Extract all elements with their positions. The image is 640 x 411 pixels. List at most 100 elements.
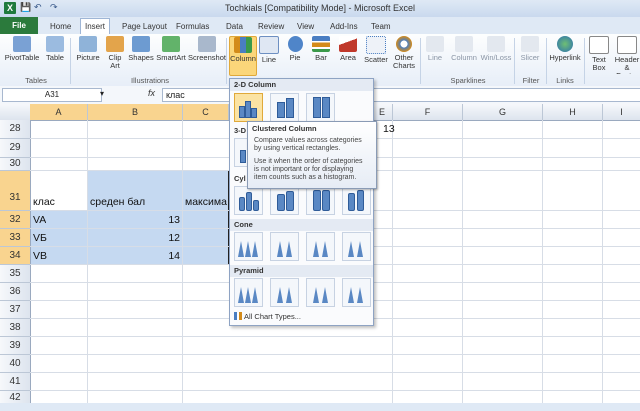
cell-a32[interactable]: VA: [33, 214, 46, 226]
table-button[interactable]: Table: [44, 36, 66, 74]
cell-b33[interactable]: 12: [88, 232, 180, 244]
column-chart-button[interactable]: Column: [229, 36, 257, 76]
tab-insert[interactable]: Insert: [80, 18, 111, 35]
cell-e28[interactable]: 13: [383, 123, 395, 135]
cell-a31[interactable]: клас: [33, 196, 55, 208]
row-header[interactable]: 31: [0, 171, 31, 211]
column-header[interactable]: H: [543, 104, 603, 120]
row-header[interactable]: 30: [0, 158, 31, 171]
tab-view[interactable]: View: [293, 19, 318, 34]
100-stacked-cylinder-option[interactable]: [306, 186, 335, 215]
cell-a34[interactable]: VB: [33, 250, 47, 262]
row-header[interactable]: 33: [0, 229, 31, 247]
100-stacked-column-option[interactable]: [306, 93, 335, 122]
smartart-label: SmartArt: [156, 53, 186, 62]
row-header[interactable]: 28: [0, 120, 31, 139]
text-box-button[interactable]: Text Box: [588, 36, 610, 74]
100-stacked-cone-option[interactable]: [306, 232, 335, 261]
column-header[interactable]: E: [372, 104, 393, 120]
row-header[interactable]: 39: [0, 337, 31, 355]
cell-b31[interactable]: среден бал: [90, 196, 145, 208]
tab-file[interactable]: File: [0, 17, 38, 34]
tooltip: Clustered Column Compare values across c…: [247, 121, 377, 189]
slicer-button[interactable]: Slicer: [518, 36, 542, 74]
tab-add-ins[interactable]: Add-Ins: [326, 19, 362, 34]
cell-b32[interactable]: 13: [88, 214, 180, 226]
pivottable-button[interactable]: PivotTable: [4, 36, 40, 74]
pie-chart-button[interactable]: Pie: [284, 36, 306, 74]
chevron-down-icon[interactable]: ▾: [100, 89, 104, 98]
column-header[interactable]: I: [603, 104, 640, 120]
column-header[interactable]: F: [393, 104, 463, 120]
shapes-button[interactable]: Shapes: [128, 36, 154, 74]
header-footer-button[interactable]: Header & Footer: [614, 36, 640, 74]
row-header[interactable]: 29: [0, 139, 31, 158]
stacked-cylinder-option[interactable]: [270, 186, 299, 215]
picture-button[interactable]: Picture: [74, 36, 102, 74]
all-chart-types-link[interactable]: All Chart Types...: [244, 312, 301, 321]
tab-team[interactable]: Team: [367, 19, 395, 34]
column-header[interactable]: G: [463, 104, 543, 120]
tab-review[interactable]: Review: [254, 19, 288, 34]
bar-mark: [357, 190, 364, 211]
row-header[interactable]: 37: [0, 301, 31, 319]
cell-b34[interactable]: 14: [88, 250, 180, 262]
insert-function-icon[interactable]: fx: [148, 88, 155, 98]
row-header[interactable]: 40: [0, 355, 31, 373]
bar-mark: [253, 200, 259, 211]
3d-pyramid-option[interactable]: [342, 278, 371, 307]
clip-art-button[interactable]: Clip Art: [104, 36, 126, 74]
scatter-chart-button[interactable]: Scatter: [362, 36, 390, 74]
column-header[interactable]: B: [88, 104, 183, 120]
area-chart-button[interactable]: Area: [336, 36, 360, 74]
sparkline-column-button[interactable]: Column: [450, 36, 478, 74]
bar-chart-button[interactable]: Bar: [310, 36, 332, 74]
screenshot-button[interactable]: Screenshot: [188, 36, 226, 74]
select-all-corner[interactable]: [0, 104, 31, 120]
sparkline-winloss-button[interactable]: Win/Loss: [480, 36, 512, 74]
tab-page-layout[interactable]: Page Layout: [118, 19, 171, 34]
stacked-pyramid-option[interactable]: [270, 278, 299, 307]
cell-a33[interactable]: VБ: [33, 232, 47, 244]
tab-formulas[interactable]: Formulas: [172, 19, 213, 34]
clustered-pyramid-option[interactable]: [234, 278, 263, 307]
section-2d-column: 2-D Column: [230, 79, 373, 91]
tab-home[interactable]: Home: [46, 19, 75, 34]
clustered-column-option[interactable]: [234, 93, 263, 122]
clustered-cone-option[interactable]: [234, 232, 263, 261]
sparkline-line-icon: [426, 36, 444, 52]
clustered-cylinder-option[interactable]: [234, 186, 263, 215]
3d-cylinder-option[interactable]: [342, 186, 371, 215]
stacked-column-option[interactable]: [270, 93, 299, 122]
column-header[interactable]: A: [30, 104, 88, 120]
row-header[interactable]: 32: [0, 211, 31, 229]
clip-art-icon: [106, 36, 124, 52]
row-header[interactable]: 34: [0, 247, 31, 265]
pie-chart-icon: [287, 36, 303, 52]
line-chart-button[interactable]: Line: [258, 36, 280, 74]
column-chart-icon: [234, 37, 252, 53]
hyperlink-button[interactable]: Hyperlink: [548, 36, 582, 74]
smartart-button[interactable]: SmartArt: [156, 36, 186, 74]
picture-label: Picture: [76, 53, 100, 62]
name-box[interactable]: A31: [2, 88, 102, 102]
bar-mark: [286, 98, 294, 118]
group-sparklines: Sparklines: [450, 76, 486, 85]
row-header[interactable]: 38: [0, 319, 31, 337]
row-header[interactable]: 36: [0, 283, 31, 301]
column-header[interactable]: C: [183, 104, 229, 120]
other-charts-button[interactable]: Other Charts: [392, 36, 416, 74]
row-header[interactable]: 35: [0, 265, 31, 283]
row-header[interactable]: 41: [0, 373, 31, 391]
tab-data[interactable]: Data: [222, 19, 247, 34]
ribbon-separator: [226, 38, 227, 84]
group-links: Links: [556, 76, 574, 85]
section-cone: Cone: [230, 219, 373, 231]
100-stacked-pyramid-option[interactable]: [306, 278, 335, 307]
stacked-cone-option[interactable]: [270, 232, 299, 261]
3d-cone-option[interactable]: [342, 232, 371, 261]
group-illustrations: Illustrations: [131, 76, 169, 85]
cell-c31[interactable]: максима: [185, 196, 228, 208]
sparkline-line-button[interactable]: Line: [424, 36, 446, 74]
all-chart-types-icon: [234, 312, 242, 320]
